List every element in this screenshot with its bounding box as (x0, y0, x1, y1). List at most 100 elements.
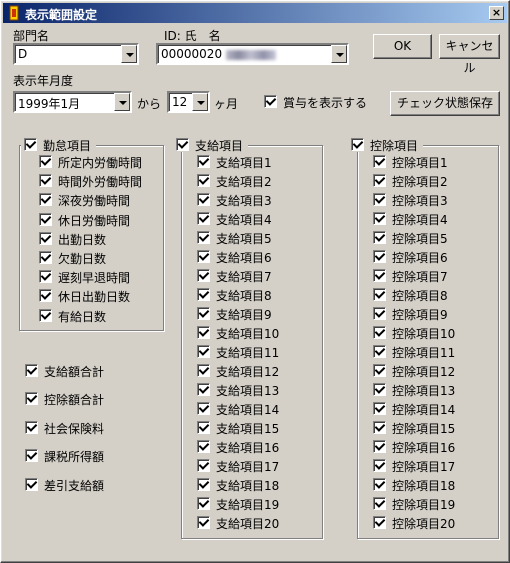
deduction-all-check[interactable] (351, 138, 364, 151)
save-check-state-button[interactable]: チェック状態保存 (390, 91, 500, 116)
payment-label: 支給項目11 (216, 346, 280, 360)
chevron-down-icon[interactable] (114, 93, 130, 111)
chevron-down-icon[interactable] (121, 45, 137, 63)
payment-label: 支給項目8 (216, 289, 272, 303)
payment-checkbox[interactable] (197, 212, 210, 225)
payment-label: 支給項目16 (216, 441, 280, 455)
deduction-checkbox[interactable] (373, 497, 386, 510)
deduction-label: 控除項目15 (392, 422, 456, 436)
deduction-checkbox[interactable] (373, 212, 386, 225)
months-select[interactable]: 12 (167, 91, 210, 113)
deduction-title: 控除項目 (370, 139, 419, 153)
attendance-checkbox[interactable] (39, 174, 52, 188)
payment-all-check[interactable] (176, 138, 189, 151)
attendance-checkbox[interactable] (39, 155, 52, 168)
deduction-checkbox[interactable] (373, 345, 386, 358)
attendance-all-check[interactable] (24, 138, 37, 151)
payment-label: 支給項目17 (216, 460, 280, 474)
attendance-label: 有給日数 (58, 309, 107, 324)
payment-label: 支給項目18 (216, 479, 280, 493)
attendance-checkbox[interactable] (39, 193, 52, 207)
payment-checkbox[interactable] (197, 231, 210, 244)
attendance-label: 深夜労働時間 (58, 194, 131, 209)
deduction-checkbox[interactable] (373, 383, 386, 396)
period-value: 1999年1月 (18, 97, 81, 111)
total-checkbox[interactable] (25, 364, 38, 377)
payment-label: 支給項目20 (216, 517, 280, 531)
chevron-down-icon[interactable] (192, 93, 208, 111)
payment-checkbox[interactable] (197, 440, 210, 453)
total-checkbox[interactable] (25, 420, 38, 434)
attendance-title: 勤怠項目 (43, 139, 92, 153)
total-checkbox[interactable] (25, 449, 38, 463)
period-select[interactable]: 1999年1月 (13, 91, 132, 113)
payment-checkbox[interactable] (197, 478, 210, 491)
deduction-checkbox[interactable] (373, 288, 386, 301)
attendance-checkbox[interactable] (39, 251, 52, 264)
attendance-checkbox[interactable] (39, 270, 52, 284)
payment-checkbox[interactable] (197, 307, 210, 320)
cancel-button[interactable]: キャンセル (439, 34, 500, 75)
total-checkbox[interactable] (25, 392, 38, 406)
deduction-label: 控除項目9 (392, 308, 448, 322)
bonus-check[interactable] (264, 95, 277, 108)
payment-checkbox[interactable] (197, 174, 210, 187)
payment-checkbox[interactable] (197, 402, 210, 415)
payment-checkbox[interactable] (197, 421, 210, 434)
attendance-checkbox[interactable] (39, 212, 52, 226)
deduction-checkbox[interactable] (373, 250, 386, 263)
payment-label: 支給項目14 (216, 403, 280, 417)
payment-checkbox[interactable] (197, 326, 210, 339)
deduction-checkbox[interactable] (373, 307, 386, 320)
deduction-label: 控除項目8 (392, 289, 448, 303)
payment-checkbox[interactable] (197, 155, 210, 168)
period-label: 表示年月度 (13, 74, 74, 88)
payment-checkbox[interactable] (197, 288, 210, 301)
deduction-checkbox[interactable] (373, 440, 386, 453)
deduction-checkbox[interactable] (373, 193, 386, 206)
total-label: 支給額合計 (44, 365, 105, 379)
deduction-checkbox[interactable] (373, 364, 386, 377)
payment-label: 支給項目2 (216, 175, 272, 189)
payment-label: 支給項目10 (216, 327, 280, 341)
deduction-checkbox[interactable] (373, 269, 386, 282)
payment-label: 支給項目12 (216, 365, 280, 379)
payment-label: 支給項目3 (216, 194, 272, 208)
ok-button[interactable]: OK (373, 34, 432, 59)
deduction-label: 控除項目17 (392, 460, 456, 474)
attendance-checkbox[interactable] (39, 308, 52, 322)
payment-checkbox[interactable] (197, 364, 210, 377)
employee-select[interactable]: 00000020 (156, 43, 349, 65)
deduction-checkbox[interactable] (373, 421, 386, 434)
deduction-checkbox[interactable] (373, 174, 386, 187)
payment-checkbox[interactable] (197, 383, 210, 396)
payment-label: 支給項目6 (216, 251, 272, 265)
chevron-down-icon[interactable] (331, 45, 347, 63)
attendance-checkbox[interactable] (39, 289, 52, 303)
payment-checkbox[interactable] (197, 269, 210, 282)
attendance-label: 遅刻早退時間 (58, 271, 131, 286)
deduction-label: 控除項目3 (392, 194, 448, 208)
payment-checkbox[interactable] (197, 193, 210, 206)
deduction-checkbox[interactable] (373, 516, 386, 529)
deduction-checkbox[interactable] (373, 326, 386, 339)
payment-checkbox[interactable] (197, 516, 210, 529)
close-button[interactable]: × (489, 6, 504, 20)
deduction-checkbox[interactable] (373, 459, 386, 472)
attendance-checkbox[interactable] (39, 231, 52, 245)
deduction-label: 控除項目14 (392, 403, 456, 417)
title-bar: 表示範囲設定 × (3, 3, 507, 23)
payment-checkbox[interactable] (197, 345, 210, 358)
deduction-checkbox[interactable] (373, 231, 386, 244)
payment-checkbox[interactable] (197, 497, 210, 510)
deduction-checkbox[interactable] (373, 478, 386, 491)
deduction-label: 控除項目4 (392, 213, 448, 227)
deduction-checkbox[interactable] (373, 155, 386, 168)
deduction-checkbox[interactable] (373, 402, 386, 415)
total-checkbox[interactable] (25, 477, 38, 491)
payment-checkbox[interactable] (197, 250, 210, 263)
dept-label: 部門名 (13, 29, 50, 43)
deduction-label: 控除項目5 (392, 232, 448, 246)
dept-select[interactable]: D (13, 43, 139, 65)
payment-checkbox[interactable] (197, 459, 210, 472)
